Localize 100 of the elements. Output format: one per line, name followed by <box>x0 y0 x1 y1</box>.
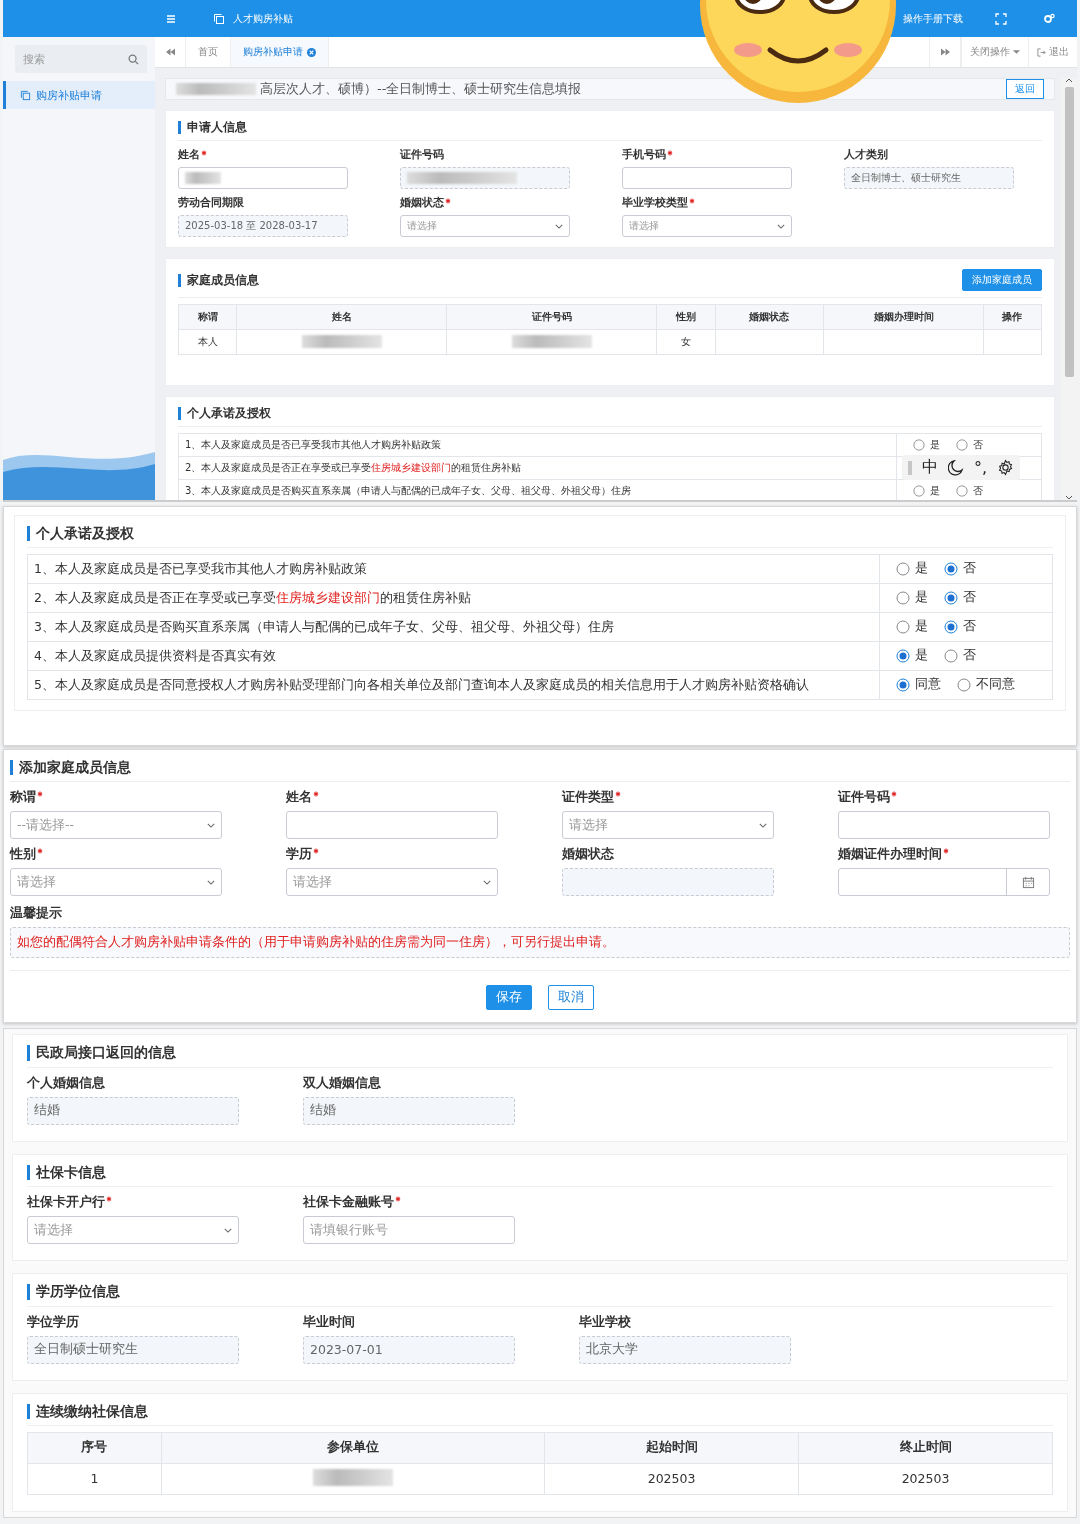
settings-icon[interactable] <box>997 459 1015 476</box>
select-field[interactable]: 请选择 <box>10 868 222 897</box>
radio-button[interactable] <box>956 438 968 451</box>
select-field[interactable]: --请选择-- <box>10 811 222 840</box>
page-title: 高层次人才、硕博）--全日制博士、硕士研究生信息填报 <box>260 80 582 98</box>
select-field[interactable]: 请选择 <box>27 1216 239 1245</box>
radio-button[interactable] <box>896 648 910 663</box>
sidebar-item[interactable]: 购房补贴申请 <box>3 81 155 109</box>
field-label: 婚姻状态 <box>400 195 444 211</box>
field-label: 证件号码 <box>838 788 890 807</box>
column-header: 序号 <box>27 1432 162 1464</box>
field-label: 社保卡开户行 <box>27 1193 105 1212</box>
radio-button[interactable] <box>944 561 958 576</box>
radio-button[interactable] <box>913 438 925 451</box>
table-cell: 1 <box>27 1463 162 1495</box>
tip-message: 如您的配偶符合人才购房补贴申请条件的（用于申请购房补贴的住房需为同一住房），可另行提出申请。 <box>10 927 1070 959</box>
column-header: 终止时间 <box>798 1432 1053 1464</box>
select-field[interactable]: 请选择 <box>400 215 570 238</box>
text-field[interactable] <box>286 811 498 840</box>
scroll-down-icon[interactable] <box>1065 495 1073 500</box>
ime-mode[interactable]: 中 <box>922 457 938 478</box>
section-title: 民政局接口返回的信息 <box>27 1045 176 1061</box>
field-label: 婚姻状态 <box>562 845 614 864</box>
text-field[interactable] <box>622 167 792 190</box>
field-label: 双人婚姻信息 <box>303 1073 381 1092</box>
statement-text: 4、本人及家庭成员提供资料是否真实有效 <box>34 647 276 663</box>
radio-label: 否 <box>973 437 983 452</box>
field-label: 个人婚姻信息 <box>27 1073 105 1092</box>
radio-button[interactable] <box>896 677 910 692</box>
redaction-blur <box>185 172 221 185</box>
text-field[interactable] <box>178 167 348 190</box>
scroll-right-icon[interactable] <box>940 48 950 56</box>
field-label: 学历 <box>286 845 312 864</box>
search-field[interactable]: 搜索 <box>15 45 147 73</box>
radio-label: 是 <box>915 560 928 578</box>
column-header: 姓名 <box>236 304 447 330</box>
copy-icon <box>213 12 225 25</box>
moon-icon[interactable] <box>948 459 964 476</box>
drag-handle-icon[interactable] <box>908 460 912 475</box>
manual-download-link[interactable]: 操作手册下载 <box>903 11 963 26</box>
field-label: 称谓 <box>10 788 36 807</box>
section-title: 个人承诺及授权 <box>27 526 134 542</box>
logout-button[interactable]: 退出 <box>1028 37 1077 67</box>
scroll-left-icon[interactable] <box>165 48 175 56</box>
logout-icon <box>1037 47 1046 57</box>
column-header: 婚姻办理时间 <box>823 304 984 330</box>
radio-button[interactable] <box>957 677 971 692</box>
field-label: 劳动合同期限 <box>178 195 244 211</box>
radio-label: 否 <box>973 483 983 498</box>
radio-button[interactable] <box>896 561 910 576</box>
statement-text: 3、本人及家庭成员是否购买直系亲属（申请人与配偶的已成年子女、父母、祖父母、外祖父母）住房 <box>34 618 614 634</box>
caret-icon <box>207 822 215 828</box>
radio-button[interactable] <box>944 648 958 663</box>
radio-label: 是 <box>930 437 940 452</box>
select-field[interactable]: 请选择 <box>562 811 774 840</box>
menu-icon[interactable] <box>165 12 177 25</box>
caret-icon <box>224 1227 232 1233</box>
close-menu-button[interactable]: 关闭操作 <box>961 37 1028 67</box>
select-field[interactable]: 请选择 <box>286 868 498 897</box>
statement-text: 5、本人及家庭成员是否同意授权人才购房补贴受理部门向各相关单位及部门查询本人及家庭成员的相关信息用于人才购房补贴资格确认 <box>34 676 809 692</box>
scrollbar-thumb[interactable] <box>1064 87 1074 377</box>
text-field[interactable] <box>838 811 1050 840</box>
table-cell: 女 <box>656 329 715 355</box>
date-field[interactable] <box>838 868 1050 897</box>
scroll-up-icon[interactable] <box>1065 78 1073 83</box>
section-title: 学历学位信息 <box>27 1284 120 1300</box>
field-label: 学位学历 <box>27 1312 79 1331</box>
tab[interactable]: 购房补贴申请 <box>231 37 329 67</box>
radio-button[interactable] <box>896 590 910 605</box>
cancel-button[interactable]: 取消 <box>548 985 594 1011</box>
back-button[interactable]: 返回 <box>1006 79 1044 99</box>
field-label: 证件类型 <box>562 788 614 807</box>
field-label: 证件号码 <box>400 147 444 163</box>
radio-button[interactable] <box>944 619 958 634</box>
column-header: 性别 <box>656 304 715 330</box>
radio-label: 是 <box>930 483 940 498</box>
close-icon[interactable] <box>307 47 316 57</box>
column-header: 称谓 <box>178 304 237 330</box>
radio-label: 是 <box>915 589 928 607</box>
fullscreen-icon[interactable] <box>995 12 1007 25</box>
field-label: 姓名 <box>178 147 200 163</box>
column-header: 参保单位 <box>161 1432 545 1464</box>
radio-button[interactable] <box>944 590 958 605</box>
statement-text: 1、本人及家庭成员是否已享受我市其他人才购房补贴政策 <box>185 439 442 451</box>
readonly-field: 2025-03-18 至 2028-03-17 <box>178 215 348 238</box>
add-family-member-button[interactable]: 添加家庭成员 <box>962 269 1042 292</box>
field-label: 毕业学校 <box>579 1312 631 1331</box>
field-label: 社保卡金融账号 <box>303 1193 394 1212</box>
field-label: 姓名 <box>286 788 312 807</box>
table-cell: 202503 <box>544 1463 799 1495</box>
save-button[interactable]: 保存 <box>486 985 532 1011</box>
radio-button[interactable] <box>913 484 925 497</box>
section-title: 连续缴纳社保信息 <box>27 1403 148 1419</box>
radio-button[interactable] <box>896 619 910 634</box>
radio-button[interactable] <box>956 484 968 497</box>
text-field[interactable]: 请填银行账号 <box>303 1216 515 1245</box>
punctuation-mode[interactable]: °, <box>974 458 988 477</box>
select-field[interactable]: 请选择 <box>622 215 792 238</box>
radio-label: 是 <box>915 647 928 665</box>
column-header: 证件号码 <box>446 304 657 330</box>
